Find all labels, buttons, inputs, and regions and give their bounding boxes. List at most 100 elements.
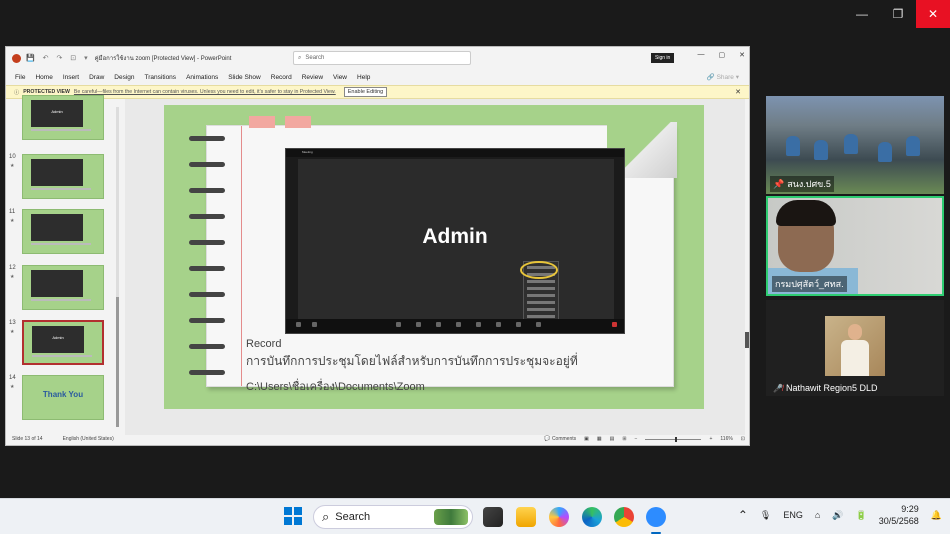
sign-in-button[interactable]: Sign in	[651, 53, 675, 63]
notebook-ring	[189, 214, 225, 219]
ppt-maximize-button[interactable]: ▢	[719, 51, 726, 59]
zoom-icon[interactable]	[646, 507, 666, 527]
tab-home[interactable]: Home	[35, 74, 52, 81]
slide-thumbnail[interactable]: 14 ★ Thank You	[9, 375, 104, 420]
notification-bell-icon[interactable]: 🔔	[931, 510, 942, 521]
tab-review[interactable]: Review	[302, 74, 323, 81]
microphone-icon[interactable]: 🎙	[760, 510, 771, 521]
file-explorer-icon[interactable]	[516, 507, 536, 527]
slide-thumbnail[interactable]: 12 ★	[9, 265, 104, 310]
tab-insert[interactable]: Insert	[63, 74, 79, 81]
windows-taskbar: ⌕ Search ⌃ 🎙 ENG ⌂ 🔊 🔋 9:29 30/5/2568 🔔	[0, 498, 950, 534]
volume-icon[interactable]: 🔊	[832, 510, 843, 521]
edge-icon[interactable]	[582, 507, 602, 527]
slide-thumbnail[interactable]: 11 ★	[9, 209, 104, 254]
ribbon-tabs: File Home Insert Draw Design Transitions…	[6, 69, 749, 85]
tape-decoration	[249, 116, 275, 128]
language-indicator[interactable]: English (United States)	[63, 436, 114, 442]
zoom-in-icon[interactable]: +	[709, 436, 712, 442]
close-button[interactable]: ✕	[916, 0, 950, 28]
quick-access-toolbar[interactable]: 💾 ↶ ↷ ⊡ ▾	[26, 54, 91, 62]
minimize-button[interactable]: —	[844, 0, 880, 28]
animation-star-icon: ★	[10, 329, 15, 335]
copilot-icon[interactable]	[549, 507, 569, 527]
notebook-paper: Meeting Admin Record การบันทึกการประชุมโ…	[189, 116, 677, 393]
slide-thumbnail[interactable]: 10 ★	[9, 154, 104, 199]
ppt-window-controls: — ▢ ✕	[698, 51, 746, 59]
ppt-close-button[interactable]: ✕	[739, 51, 745, 59]
thumbnail-number: 14	[9, 375, 16, 381]
normal-view-icon[interactable]: ▣	[584, 436, 589, 442]
share-button[interactable]: 🔗 Share ▾	[707, 73, 739, 81]
ppt-search-placeholder: Search	[305, 55, 325, 61]
tab-design[interactable]: Design	[114, 74, 134, 81]
thumbnail-label: Admin	[52, 335, 64, 340]
thumbnail-number: 13	[9, 320, 16, 326]
notebook-ring	[189, 136, 225, 141]
participant-video-tile-active-speaker[interactable]: กรมปศุสัตว์_ศทส.	[766, 196, 944, 296]
thumbnail-image: Admin	[32, 326, 84, 353]
margin-line	[241, 126, 242, 386]
restore-button[interactable]: ❐	[880, 0, 916, 28]
powerpoint-window: 💾 ↶ ↷ ⊡ ▾ คู่มือการใช้งาน zoom [Protecte…	[5, 46, 750, 446]
reading-view-icon[interactable]: ▤	[610, 436, 615, 442]
close-protected-bar-button[interactable]: ✕	[735, 88, 741, 96]
thumbnail-frame: Admin	[22, 320, 104, 365]
tab-help[interactable]: Help	[357, 74, 370, 81]
tab-record[interactable]: Record	[271, 74, 292, 81]
zoom-slider[interactable]	[645, 436, 702, 442]
notebook-ring	[189, 266, 225, 271]
status-bar: Slide 13 of 14 English (United States) 💬…	[6, 433, 749, 445]
start-button[interactable]	[284, 507, 302, 525]
task-view-icon[interactable]	[483, 507, 503, 527]
slide-heading: Record	[246, 338, 282, 350]
zoom-level[interactable]: 116%	[720, 436, 732, 442]
fit-slide-icon[interactable]: ⊡	[741, 436, 745, 442]
tab-draw[interactable]: Draw	[89, 74, 104, 81]
zoom-out-icon[interactable]: −	[635, 436, 638, 442]
animation-star-icon: ★	[10, 274, 15, 280]
thumbnail-number: 12	[9, 265, 16, 271]
person-figure	[906, 136, 920, 156]
thumbnail-image: Admin	[31, 100, 83, 127]
comments-button[interactable]: 💬 Comments	[544, 436, 576, 442]
scrollbar-thumb[interactable]	[745, 332, 749, 348]
thumbnail-note	[31, 299, 91, 301]
ppt-minimize-button[interactable]: —	[698, 51, 705, 59]
scrollbar-thumb[interactable]	[116, 297, 119, 427]
system-tray: ⌃ 🎙 ENG ⌂ 🔊 🔋 9:29 30/5/2568 🔔	[738, 503, 942, 527]
thumbnail-label: Admin	[51, 109, 63, 114]
tab-transitions[interactable]: Transitions	[145, 74, 177, 81]
thumbnail-image	[31, 159, 83, 186]
participant-video-tile[interactable]: 📌 สนง.ปศข.5	[766, 96, 944, 194]
network-icon[interactable]: ⌂	[815, 510, 820, 520]
speaker-hair	[776, 200, 836, 226]
battery-icon[interactable]: 🔋	[856, 510, 867, 521]
thumbnails-scrollbar[interactable]	[116, 107, 119, 427]
animation-star-icon: ★	[10, 163, 15, 169]
clock[interactable]: 9:29 30/5/2568	[879, 503, 919, 527]
language-indicator[interactable]: ENG	[783, 510, 803, 520]
slide-scrollbar[interactable]	[744, 99, 751, 435]
tab-file[interactable]: File	[15, 74, 25, 81]
info-icon: ⓘ	[14, 89, 20, 96]
enable-editing-button[interactable]: Enable Editing	[343, 87, 388, 97]
tab-animations[interactable]: Animations	[186, 74, 218, 81]
tab-view[interactable]: View	[333, 74, 347, 81]
participant-name: กรมปศุสัตว์_ศทส.	[775, 279, 844, 289]
slide-text: Record การบันทึกการประชุมโดยไฟล์สำหรับกา…	[246, 338, 666, 395]
presenter-view-icon[interactable]: ⊞	[622, 436, 626, 442]
animation-star-icon: ★	[10, 218, 15, 224]
chevron-up-icon[interactable]: ⌃	[738, 508, 748, 522]
thumbnail-frame	[22, 265, 104, 310]
participant-avatar-tile[interactable]: 🎤̸ Nathawit Region5 DLD	[766, 300, 944, 396]
slide-thumbnail-selected[interactable]: 13 ★ Admin	[9, 320, 104, 365]
chrome-icon[interactable]	[614, 507, 634, 527]
admin-label: Admin	[422, 225, 488, 248]
tab-slide-show[interactable]: Slide Show	[228, 74, 261, 81]
protected-view-message[interactable]: Be careful—files from the Internet can c…	[74, 89, 336, 95]
slide-sorter-icon[interactable]: ▦	[597, 436, 602, 442]
slide-thumbnail[interactable]: Admin	[22, 95, 104, 144]
ppt-search-box[interactable]: ⌕ Search	[293, 51, 471, 65]
taskbar-search[interactable]: ⌕ Search	[313, 505, 473, 529]
